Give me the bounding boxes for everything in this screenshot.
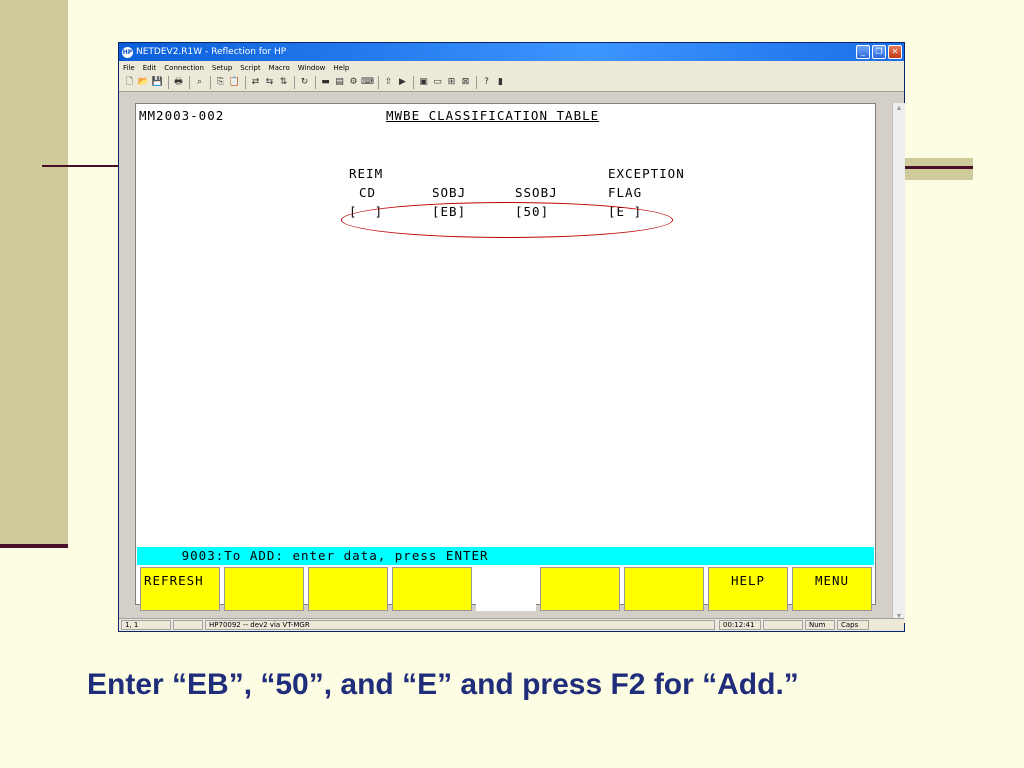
reflection-window: HP NETDEV2.R1W - Reflection for HP _ ❐ ✕… xyxy=(118,42,905,632)
transfer-icon[interactable]: ⇅ xyxy=(277,76,290,89)
slide-rule-right xyxy=(905,166,973,169)
vertical-scrollbar[interactable]: ▲ ▼ xyxy=(892,103,905,623)
f4-button[interactable] xyxy=(392,567,472,611)
minimize-button[interactable]: _ xyxy=(856,45,870,59)
status-bar: 1, 1 HP70092 -- dev2 via VT-MGR 00:12:41… xyxy=(119,618,904,631)
clock: 00:12:41 xyxy=(719,620,761,630)
column-ssobj-heading: SSOBJ xyxy=(515,185,558,200)
f2-button[interactable] xyxy=(224,567,304,611)
window-icon[interactable]: ▣ xyxy=(417,76,430,89)
title-bar[interactable]: HP NETDEV2.R1W - Reflection for HP _ ❐ ✕ xyxy=(119,43,904,61)
column-sobj-heading: SOBJ xyxy=(432,185,467,200)
slide-caption: Enter “EB”, “50”, and “E” and press F2 f… xyxy=(87,668,799,701)
paste-icon[interactable]: 📋 xyxy=(228,76,241,89)
num-lock-indicator: Num xyxy=(805,620,835,630)
window-title: NETDEV2.R1W - Reflection for HP xyxy=(136,47,287,57)
toolbar-separator xyxy=(245,76,246,89)
toolbar-separator xyxy=(189,76,190,89)
toolbar-separator xyxy=(210,76,211,89)
menu-file[interactable]: File xyxy=(123,64,135,72)
macro-icon[interactable]: ↻ xyxy=(298,76,311,89)
status-message: 9003:To ADD: enter data, press ENTER xyxy=(139,548,489,563)
save-icon[interactable]: 💾 xyxy=(151,76,164,89)
display-settings-icon[interactable]: ▬ xyxy=(319,76,332,89)
slide-right-bar xyxy=(905,158,973,180)
column-exception-flag-heading: EXCEPTION xyxy=(608,166,685,181)
toolbar-separator xyxy=(294,76,295,89)
function-key-gap xyxy=(476,567,536,611)
find-icon[interactable]: ⌕ xyxy=(193,76,206,89)
screen-title: MWBE CLASSIFICATION TABLE xyxy=(386,108,600,123)
caps-lock-indicator: Caps xyxy=(837,620,869,630)
f1-refresh-button[interactable]: REFRESH xyxy=(140,567,220,611)
status-blank-pane xyxy=(763,620,803,630)
help-pointer-icon[interactable]: ? xyxy=(480,76,493,89)
f3-button[interactable] xyxy=(308,567,388,611)
menu-window[interactable]: Window xyxy=(298,64,326,72)
scroll-up-icon[interactable]: ▲ xyxy=(893,103,905,115)
copy-icon[interactable]: ⎘ xyxy=(214,76,227,89)
grid-icon[interactable]: ⊞ xyxy=(445,76,458,89)
chat-icon[interactable]: ▭ xyxy=(431,76,444,89)
f8-menu-button[interactable]: MENU xyxy=(792,567,872,611)
disconnect-icon[interactable]: ⇆ xyxy=(263,76,276,89)
slide-left-bar xyxy=(0,0,68,546)
toolbar-separator xyxy=(315,76,316,89)
status-blank-pane xyxy=(173,620,203,630)
screen-id: MM2003-002 xyxy=(139,108,225,123)
book-icon[interactable]: ▮ xyxy=(494,76,507,89)
f5-button[interactable] xyxy=(540,567,620,611)
status-line: 9003:To ADD: enter data, press ENTER xyxy=(137,547,874,565)
terminal-screen[interactable]: MM2003-002 MWBE CLASSIFICATION TABLE REI… xyxy=(135,103,876,611)
app-icon: HP xyxy=(122,46,133,58)
cursor-position: 1, 1 xyxy=(121,620,171,630)
setup-icon[interactable]: ⚙ xyxy=(347,76,360,89)
menu-macro[interactable]: Macro xyxy=(269,64,290,72)
toolbar: 🗋 📂 💾 🖶 ⌕ ⎘ 📋 ⇄ ⇆ ⇅ ↻ ▬ ▤ ⚙ ⌨ ⇧ ▶ ▣ ▭ ⊞ … xyxy=(119,74,904,92)
upload-icon[interactable]: ⇧ xyxy=(382,76,395,89)
menu-script[interactable]: Script xyxy=(240,64,260,72)
close-window-icon[interactable]: ⊠ xyxy=(459,76,472,89)
close-button[interactable]: ✕ xyxy=(888,45,902,59)
slide-left-rule xyxy=(0,544,68,548)
menu-connection[interactable]: Connection xyxy=(164,64,204,72)
column-reim-cd-heading: REIM xyxy=(349,166,384,181)
connect-icon[interactable]: ⇄ xyxy=(249,76,262,89)
run-script-icon[interactable]: ▶ xyxy=(396,76,409,89)
connection-info: HP70092 -- dev2 via VT-MGR xyxy=(205,620,715,630)
column-reim-cd-subheading: CD xyxy=(359,185,377,200)
open-folder-icon[interactable]: 📂 xyxy=(137,76,150,89)
terminal-settings-icon[interactable]: ▤ xyxy=(333,76,346,89)
function-key-bar: REFRESH HELP MENU xyxy=(140,567,873,611)
print-icon[interactable]: 🖶 xyxy=(172,76,185,89)
slide-rule-left xyxy=(42,165,120,167)
keyboard-icon[interactable]: ⌨ xyxy=(361,76,374,89)
menu-bar: File Edit Connection Setup Script Macro … xyxy=(119,61,904,74)
toolbar-separator xyxy=(413,76,414,89)
column-exception-flag-subheading: FLAG xyxy=(608,185,643,200)
toolbar-separator xyxy=(476,76,477,89)
toolbar-separator xyxy=(378,76,379,89)
annotation-oval xyxy=(341,202,673,238)
toolbar-separator xyxy=(168,76,169,89)
menu-help[interactable]: Help xyxy=(333,64,349,72)
f7-help-button[interactable]: HELP xyxy=(708,567,788,611)
menu-setup[interactable]: Setup xyxy=(212,64,232,72)
new-file-icon[interactable]: 🗋 xyxy=(123,76,136,89)
menu-edit[interactable]: Edit xyxy=(143,64,157,72)
restore-button[interactable]: ❐ xyxy=(872,45,886,59)
f6-button[interactable] xyxy=(624,567,704,611)
